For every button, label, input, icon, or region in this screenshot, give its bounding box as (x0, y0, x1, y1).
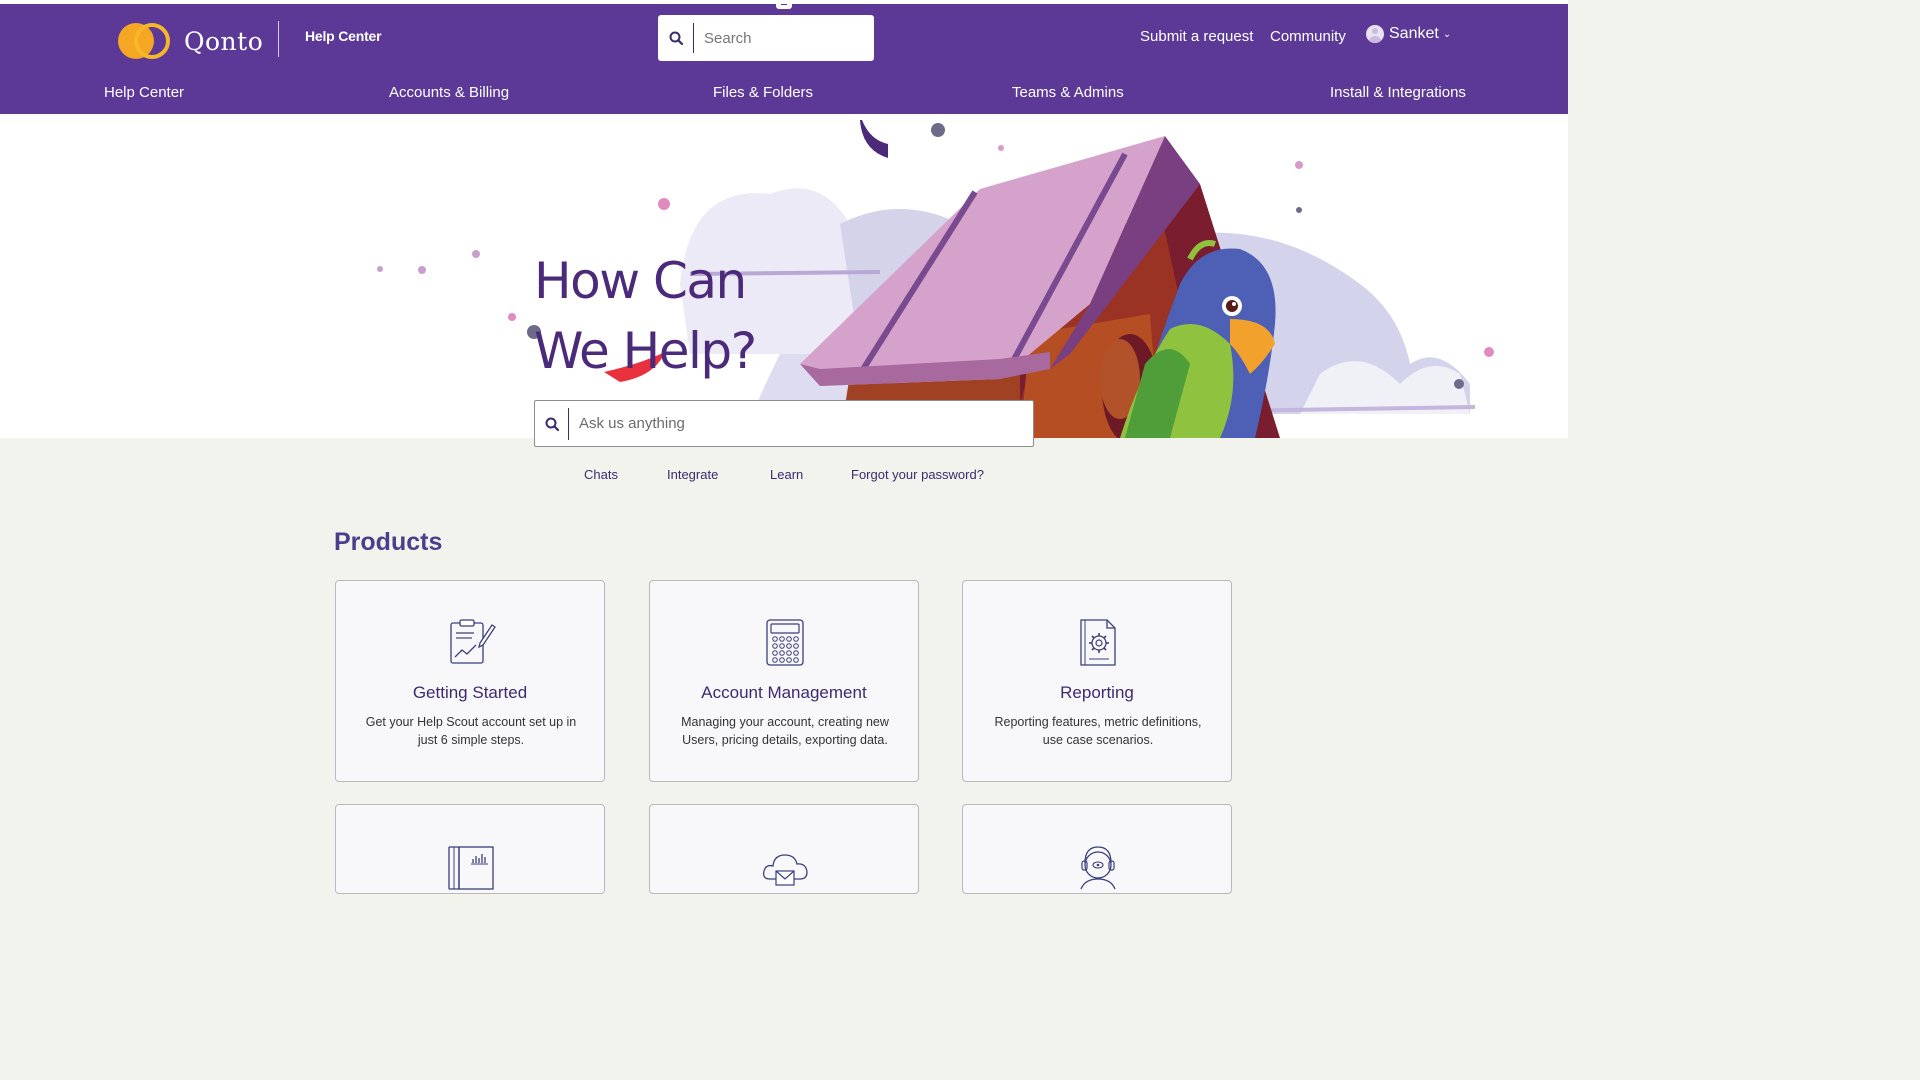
site-header: Qonto Help Center Submit a request Commu… (0, 4, 1568, 114)
product-card-5[interactable] (649, 804, 919, 894)
product-card-reporting[interactable]: Reporting Reporting features, metric def… (962, 580, 1232, 782)
ask-search-input[interactable] (569, 415, 1009, 432)
quick-link-learn[interactable]: Learn (770, 467, 803, 482)
hero-title: How Can We Help? (534, 246, 757, 386)
nav-help-center[interactable]: Help Center (104, 84, 184, 101)
submit-request-link[interactable]: Submit a request (1140, 28, 1253, 45)
nav-files-folders[interactable]: Files & Folders (713, 84, 813, 101)
book-chart-icon (448, 846, 494, 890)
header-search (658, 15, 874, 61)
avatar (1366, 25, 1384, 43)
header-divider (278, 21, 279, 57)
brand-name: Qonto (184, 26, 264, 56)
ask-search-box (534, 400, 1034, 447)
quick-link-forgot-password[interactable]: Forgot your password? (851, 467, 984, 482)
nav-install-integrations[interactable]: Install & Integrations (1330, 84, 1466, 101)
product-card-account-management[interactable]: Account Management Managing your account… (649, 580, 919, 782)
card-title: Getting Started (412, 683, 528, 702)
nav-accounts-billing[interactable]: Accounts & Billing (389, 84, 509, 101)
quick-link-integrate[interactable]: Integrate (667, 467, 718, 482)
card-title: Account Management (701, 683, 867, 702)
help-center-title[interactable]: Help Center (305, 28, 382, 44)
logo-mark-icon (118, 23, 174, 59)
quick-link-chats[interactable]: Chats (584, 467, 618, 482)
hero-title-line-1: How Can (534, 252, 747, 310)
calculator-icon (766, 619, 804, 666)
community-link[interactable]: Community (1270, 28, 1346, 45)
product-card-getting-started[interactable]: Getting Started Get your Help Scout acco… (335, 580, 605, 782)
user-menu[interactable]: Sanket ⌄ (1366, 25, 1451, 43)
search-icon[interactable] (658, 23, 694, 53)
collapse-handle[interactable] (776, 0, 792, 9)
card-title: Reporting (1060, 683, 1134, 702)
clipboard-chart-icon (450, 619, 496, 664)
search-icon[interactable] (535, 407, 569, 440)
products-heading: Products (334, 528, 443, 556)
card-description: Reporting features, metric definitions, … (994, 715, 1202, 747)
support-agent-icon (1080, 846, 1116, 890)
user-name: Sanket (1389, 25, 1439, 42)
brand-logo[interactable]: Qonto (118, 21, 268, 61)
chevron-down-icon: ⌄ (1442, 28, 1452, 40)
card-description: Managing your account, creating new User… (681, 715, 889, 747)
hero-title-line-2: We Help? (534, 322, 757, 380)
document-gear-icon (1080, 619, 1116, 666)
nav-teams-admins[interactable]: Teams & Admins (1012, 84, 1124, 101)
main-nav: Help Center Accounts & Billing Files & F… (0, 84, 1568, 108)
card-description: Get your Help Scout account set up in ju… (365, 715, 577, 747)
header-search-input[interactable] (694, 29, 854, 47)
cloud-mail-icon (762, 854, 808, 886)
product-card-6[interactable] (962, 804, 1232, 894)
birdhouse-illustration (377, 120, 1494, 438)
product-card-4[interactable] (335, 804, 605, 894)
hero-banner: How Can We Help? (0, 114, 1568, 438)
